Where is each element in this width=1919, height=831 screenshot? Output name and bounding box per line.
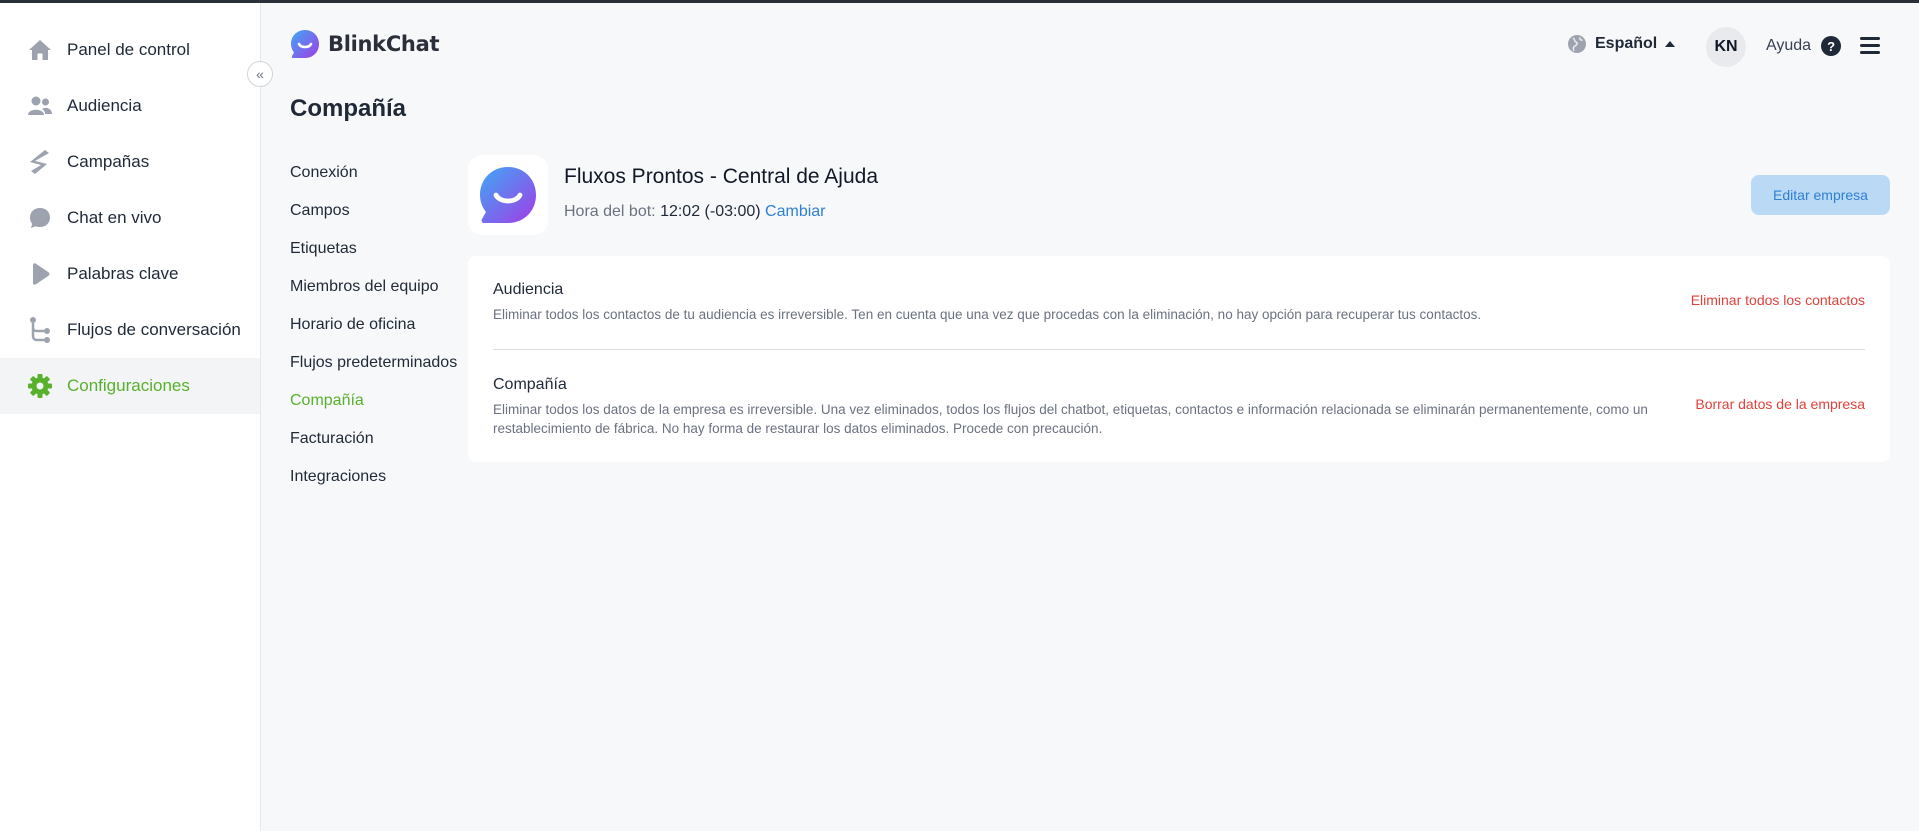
globe-icon: [1568, 35, 1586, 53]
home-icon: [27, 37, 53, 63]
sidebar-item-label: Audiencia: [67, 96, 142, 115]
sidebar-item-label: Configuraciones: [67, 376, 190, 395]
page-title: Compañía: [290, 95, 407, 122]
divider: [493, 349, 1865, 350]
sidebar-item-audiencia[interactable]: Audiencia: [0, 78, 260, 134]
settings-nav-horario-de-oficina[interactable]: Horario de oficina: [290, 316, 415, 334]
delete-all-contacts-link[interactable]: Eliminar todos los contactos: [1691, 292, 1865, 308]
sidebar: Panel de control Audiencia Campañas Chat…: [0, 3, 261, 831]
bot-time-value: 12:02 (-03:00): [660, 203, 761, 220]
play-icon: [27, 261, 53, 287]
edit-company-button[interactable]: Editar empresa: [1751, 175, 1890, 215]
sidebar-collapse-button[interactable]: «: [247, 61, 273, 87]
company-logo: [468, 155, 548, 235]
language-label: Español: [1595, 35, 1658, 52]
delete-company-data-link[interactable]: Borrar datos de la empresa: [1695, 396, 1865, 412]
caret-up-icon: [1665, 41, 1676, 47]
flow-icon: [27, 317, 53, 343]
blinkchat-logo-icon: [291, 30, 319, 58]
sidebar-item-panel-de-control[interactable]: Panel de control: [0, 22, 260, 78]
sidebar-item-campanas[interactable]: Campañas: [0, 134, 260, 190]
sidebar-item-flujos-de-conversacion[interactable]: Flujos de conversación: [0, 302, 260, 358]
settings-nav-facturacion[interactable]: Facturación: [290, 430, 374, 448]
sidebar-item-label: Panel de control: [67, 40, 190, 59]
chat-bubble-icon: [27, 205, 53, 231]
sidebar-item-palabras-clave[interactable]: Palabras clave: [0, 246, 260, 302]
help-label: Ayuda: [1766, 37, 1812, 54]
gear-icon: [27, 373, 53, 399]
company-logo-icon: [480, 167, 536, 223]
settings-nav-miembros-del-equipo[interactable]: Miembros del equipo: [290, 278, 439, 296]
brand-logo[interactable]: BlinkChat: [290, 29, 440, 59]
language-selector[interactable]: Español: [1567, 34, 1676, 54]
question-circle-icon: ?: [1821, 36, 1842, 56]
settings-nav-etiquetas[interactable]: Etiquetas: [290, 240, 357, 258]
sidebar-item-label: Campañas: [67, 152, 150, 171]
sidebar-item-chat-en-vivo[interactable]: Chat en vivo: [0, 190, 260, 246]
danger-zone-card: Audiencia Eliminar todos los contactos d…: [468, 256, 1890, 462]
audience-section-title: Audiencia: [493, 281, 564, 298]
sidebar-item-label: Chat en vivo: [67, 208, 162, 227]
bot-time-label: Hora del bot:: [564, 203, 661, 220]
settings-nav-campos[interactable]: Campos: [290, 202, 350, 220]
settings-nav-compania[interactable]: Compañía: [290, 392, 364, 410]
change-timezone-link[interactable]: Cambiar: [765, 203, 825, 220]
company-name: Fluxos Prontos - Central de Ajuda: [564, 165, 878, 188]
sidebar-item-label: Flujos de conversación: [67, 320, 241, 339]
hamburger-menu-icon[interactable]: [1860, 37, 1880, 55]
settings-nav-integraciones[interactable]: Integraciones: [290, 468, 386, 486]
help-button[interactable]: Ayuda ?: [1766, 36, 1842, 56]
company-section-description: Eliminar todos los datos de la empresa e…: [493, 402, 1648, 436]
campaign-icon: [27, 149, 53, 175]
company-section-title: Compañía: [493, 376, 567, 393]
audience-section-description: Eliminar todos los contactos de tu audie…: [493, 307, 1482, 322]
brand-name: BlinkChat: [328, 32, 440, 56]
bot-time: Hora del bot: 12:02 (-03:00) Cambiar: [564, 203, 826, 221]
settings-nav-flujos-predeterminados[interactable]: Flujos predeterminados: [290, 354, 457, 372]
settings-nav-conexion[interactable]: Conexión: [290, 164, 358, 182]
avatar[interactable]: KN: [1706, 27, 1746, 67]
users-icon: [27, 93, 53, 119]
double-chevron-left-icon: «: [256, 66, 264, 82]
sidebar-item-configuraciones[interactable]: Configuraciones: [0, 358, 260, 414]
sidebar-item-label: Palabras clave: [67, 264, 179, 283]
